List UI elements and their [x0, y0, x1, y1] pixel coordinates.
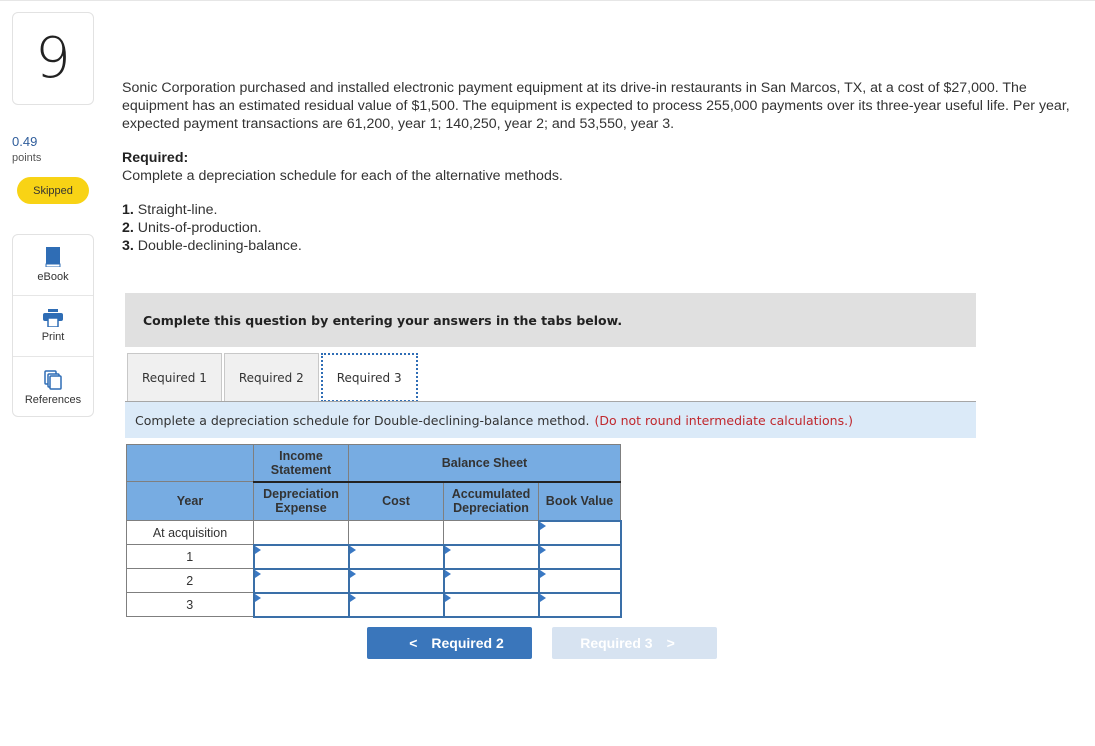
- header-cost: Cost: [348, 481, 444, 521]
- header-balance-sheet: Balance Sheet: [348, 444, 621, 483]
- previous-required-button[interactable]: < Required 2: [367, 627, 532, 659]
- ebook-label: eBook: [37, 271, 69, 283]
- book-value-input[interactable]: [537, 519, 622, 546]
- book-value-input[interactable]: [537, 543, 622, 570]
- references-label: References: [24, 393, 82, 406]
- problem-text: Sonic Corporation purchased and installe…: [122, 80, 1070, 132]
- status-badge: Skipped: [17, 177, 89, 204]
- required-text: Complete a depreciation schedule for eac…: [122, 168, 563, 184]
- table-row: 2: [126, 567, 622, 594]
- depreciation-expense-input[interactable]: [252, 543, 350, 570]
- item-text: Double-declining-balance.: [137, 238, 302, 254]
- instruction-note: (Do not round intermediate calculations.…: [594, 412, 853, 428]
- item-number: 3.: [122, 238, 134, 254]
- accumulated-depreciation-input[interactable]: [442, 543, 540, 570]
- next-required-button: Required 3 >: [552, 627, 717, 659]
- table-row: 3: [126, 591, 622, 618]
- tab-required-3[interactable]: Required 3: [320, 353, 418, 402]
- required-heading: Required:: [122, 150, 189, 166]
- next-label: Required 3: [580, 635, 653, 651]
- header-income-statement: Income Statement: [253, 444, 349, 483]
- accumulated-depreciation-input[interactable]: [442, 567, 540, 594]
- header-blank: [126, 444, 254, 482]
- accumulated-depreciation-input[interactable]: [442, 591, 540, 618]
- depreciation-expense-cell: [253, 520, 349, 545]
- item-text: Units-of-production.: [137, 220, 262, 236]
- list-item: 2. Units-of-production.: [122, 219, 302, 237]
- year-cell: At acquisition: [126, 520, 254, 545]
- points-label: points: [12, 152, 42, 164]
- points-value: 0.49: [12, 134, 38, 149]
- header-year: Year: [126, 481, 254, 521]
- year-cell: 1: [126, 544, 254, 569]
- chevron-left-icon: <: [409, 635, 418, 651]
- header-book-value: Book Value: [538, 481, 621, 521]
- print-button[interactable]: Print: [13, 296, 93, 357]
- book-icon: [45, 247, 61, 267]
- chevron-right-icon: >: [666, 635, 675, 651]
- list-item: 1. Straight-line.: [122, 201, 302, 219]
- depreciation-expense-input[interactable]: [252, 591, 350, 618]
- book-value-input[interactable]: [537, 591, 622, 618]
- list-item: 3. Double-declining-balance.: [122, 237, 302, 255]
- year-cell: 3: [126, 592, 254, 617]
- item-number: 1.: [122, 202, 134, 218]
- header-depreciation-expense: Depreciation Expense: [253, 481, 349, 521]
- tab-bar: Required 1 Required 2 Required 3: [127, 353, 420, 402]
- item-number: 2.: [122, 220, 134, 236]
- book-value-input[interactable]: [537, 567, 622, 594]
- table-row: 1: [126, 543, 622, 570]
- copy-icon: [44, 369, 62, 390]
- printer-icon: [43, 309, 63, 327]
- cost-cell: [348, 520, 444, 545]
- instruction-text: Complete a depreciation schedule for Dou…: [135, 412, 590, 428]
- print-label: Print: [41, 331, 65, 343]
- cost-input[interactable]: [347, 567, 445, 594]
- item-text: Straight-line.: [137, 202, 218, 218]
- depreciation-expense-input[interactable]: [252, 567, 350, 594]
- cost-input[interactable]: [347, 591, 445, 618]
- depreciation-schedule-table: Income Statement Balance Sheet Year Depr…: [126, 444, 622, 618]
- question-number: 9: [12, 12, 94, 105]
- ebook-button[interactable]: eBook: [13, 235, 93, 296]
- tab-instruction: Complete a depreciation schedule for Dou…: [125, 401, 976, 438]
- instructions-banner: Complete this question by entering your …: [125, 293, 976, 347]
- previous-label: Required 2: [431, 635, 504, 651]
- year-cell: 2: [126, 568, 254, 593]
- references-button[interactable]: References: [13, 357, 93, 418]
- tab-required-1[interactable]: Required 1: [127, 353, 222, 401]
- requirements-list: 1. Straight-line. 2. Units-of-production…: [122, 201, 302, 255]
- header-accumulated-depreciation: Accumulated Depreciation: [443, 481, 539, 521]
- tools-panel: eBook Print References: [12, 234, 94, 417]
- table-row: At acquisition: [126, 519, 622, 546]
- accumulated-depreciation-cell: [443, 520, 539, 545]
- tab-required-2[interactable]: Required 2: [223, 353, 319, 401]
- cost-input[interactable]: [347, 543, 445, 570]
